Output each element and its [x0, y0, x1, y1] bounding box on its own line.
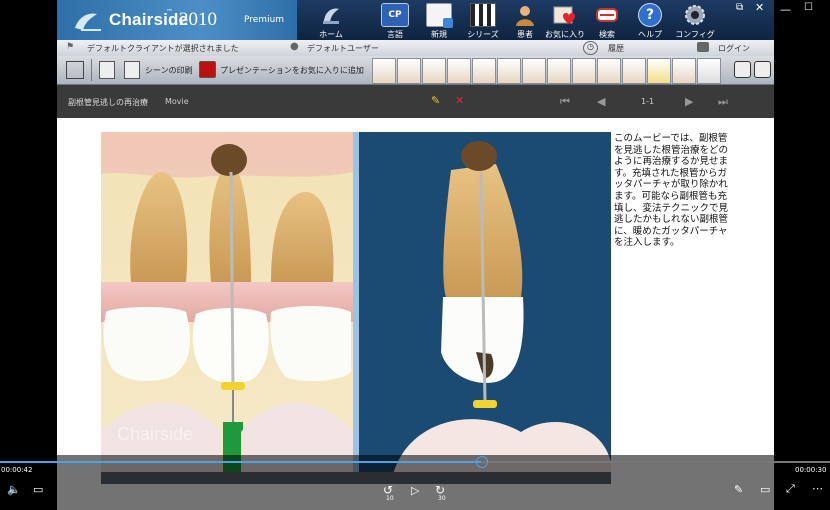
scene-thumbnail[interactable] — [372, 58, 396, 84]
nav-series-button[interactable]: シリーズ — [461, 2, 505, 40]
history-icon: ◷ — [583, 41, 598, 55]
scene-thumbnail[interactable] — [597, 58, 621, 84]
projector-icon[interactable] — [754, 61, 771, 78]
nav-search-button[interactable]: 検索 — [585, 2, 629, 40]
brand-area: Chairside ™ 2010 Premium — [57, 0, 297, 40]
nav-new-button[interactable]: 新規 — [417, 2, 461, 40]
subtitles-icon[interactable]: ▭ — [33, 483, 43, 496]
user-name[interactable]: デフォルトユーザー — [307, 43, 379, 54]
scene-thumbnail[interactable] — [447, 58, 471, 84]
favorites-icon — [553, 6, 575, 24]
chair-logo-icon — [75, 13, 101, 31]
login-link[interactable]: ログイン — [718, 43, 750, 54]
nav-favorites-button[interactable]: お気に入り — [543, 2, 587, 40]
last-page-icon[interactable]: ⏭ — [718, 95, 728, 109]
expand-icon[interactable] — [734, 61, 751, 78]
remaining-time: 00:00:30 — [795, 466, 827, 474]
play-icon[interactable]: ▷ — [411, 484, 419, 497]
scene-thumbnail[interactable] — [622, 58, 646, 84]
divider — [91, 59, 92, 81]
nav-home-button[interactable]: ホーム — [309, 2, 353, 40]
maximize-button[interactable]: ☐ — [804, 2, 813, 13]
fullscreen-toggle-icon[interactable]: ⤢ — [786, 482, 795, 496]
video-watermark: Chairside — [117, 424, 194, 444]
edition-label: Premium — [244, 15, 285, 25]
fullscreen-icon[interactable] — [66, 61, 84, 79]
brand-name: Chairside — [109, 10, 189, 29]
scene-thumbnail[interactable] — [672, 58, 696, 84]
presentation-toolbar: シーンの印刷 プレゼンテーションをお気に入りに追加 — [57, 56, 774, 85]
client-status: デフォルトクライアントが選択されました — [87, 44, 239, 53]
scene-thumbnail[interactable] — [422, 58, 446, 84]
window-restore-button[interactable]: ⧉ — [736, 2, 743, 13]
nav-patient-button[interactable]: 患者 — [503, 2, 547, 40]
favorite-heart-icon[interactable] — [199, 61, 216, 78]
next-page-icon[interactable]: ▶ — [685, 95, 693, 108]
config-icon — [685, 5, 705, 25]
presentation-title: 副根管見逃しの再治療 — [68, 98, 148, 107]
scene-thumbnail[interactable] — [547, 58, 571, 84]
media-player-controls: 00:00:42 00:00:30 🔈 ▭ ↺ 10 ▷ ↻ 30 ✎ ▭ ⤢ … — [0, 455, 830, 510]
scene-icon — [124, 61, 140, 79]
search-icon — [596, 8, 618, 22]
user-icon: ● — [290, 41, 299, 52]
scene-thumbnail[interactable] — [472, 58, 496, 84]
scene-thumbnail[interactable] — [697, 58, 721, 84]
print-icon[interactable] — [99, 61, 115, 79]
prev-page-icon[interactable]: ◀ — [597, 95, 605, 108]
scene-thumbnail[interactable] — [497, 58, 521, 84]
nav-help-button[interactable]: ? ヘルプ — [628, 2, 672, 40]
print-scene-button[interactable]: シーンの印刷 — [145, 65, 193, 76]
movie-frame[interactable]: Chairside — [101, 132, 611, 484]
edit-pencil-icon[interactable]: ✎ — [431, 94, 440, 107]
presentation-header: 副根管見逃しの再治療 Movie ✎ ✕ ⏮ ◀ 1-1 ▶ ⏭ — [57, 85, 774, 118]
pen-icon[interactable]: ✎ — [734, 483, 743, 496]
status-bar: ⚑ デフォルトクライアントが選択されました ● デフォルトユーザー ◷ 履歴 ロ… — [57, 40, 774, 57]
more-options-icon[interactable]: ⋯ — [812, 482, 823, 495]
movie-description: このムービーでは、副根管を見逃した根管治療をどのように再治療するか見せます。充填… — [614, 133, 729, 249]
pin-icon: ⚑ — [66, 42, 75, 52]
volume-icon[interactable]: 🔈 — [7, 483, 21, 496]
miniplayer-icon[interactable]: ▭ — [760, 483, 770, 496]
minimize-button[interactable]: — — [780, 3, 791, 16]
elapsed-time: 00:00:42 — [1, 466, 33, 474]
delete-icon[interactable]: ✕ — [455, 94, 464, 107]
scene-thumbnail[interactable] — [397, 58, 421, 84]
brand-year: 2010 — [179, 9, 217, 30]
app-window: Chairside ™ 2010 Premium ホーム CP 言語 新規 シリ… — [57, 0, 774, 510]
help-icon: ? — [638, 3, 662, 27]
scene-thumbnail[interactable] — [522, 58, 546, 84]
new-icon — [426, 3, 453, 28]
home-icon — [323, 8, 339, 24]
nav-config-button[interactable]: コンフィグ — [673, 2, 717, 40]
page-indicator: 1-1 — [641, 97, 655, 106]
lock-icon — [697, 42, 709, 52]
skip-forward-seconds: 30 — [438, 495, 446, 502]
skip-back-seconds: 10 — [386, 495, 394, 502]
first-page-icon[interactable]: ⏮ — [560, 95, 570, 109]
scene-thumbnail[interactable] — [647, 58, 671, 84]
language-icon: CP — [381, 3, 409, 27]
nav-language-button[interactable]: CP 言語 — [373, 2, 417, 40]
patient-icon — [516, 6, 534, 26]
trademark: ™ — [166, 8, 173, 16]
seek-progress — [0, 461, 482, 463]
series-icon — [470, 3, 496, 27]
presentation-type: Movie — [165, 97, 189, 106]
history-link[interactable]: 履歴 — [608, 43, 624, 54]
seek-thumb[interactable] — [476, 456, 489, 468]
scene-thumbnail[interactable] — [572, 58, 596, 84]
window-close-button[interactable]: ✕ — [755, 1, 764, 14]
content-area: Chairside このムービーでは、副根管を見逃した根管治療をどのように再治療… — [57, 118, 774, 510]
add-favorite-button[interactable]: プレゼンテーションをお気に入りに追加 — [220, 65, 364, 76]
